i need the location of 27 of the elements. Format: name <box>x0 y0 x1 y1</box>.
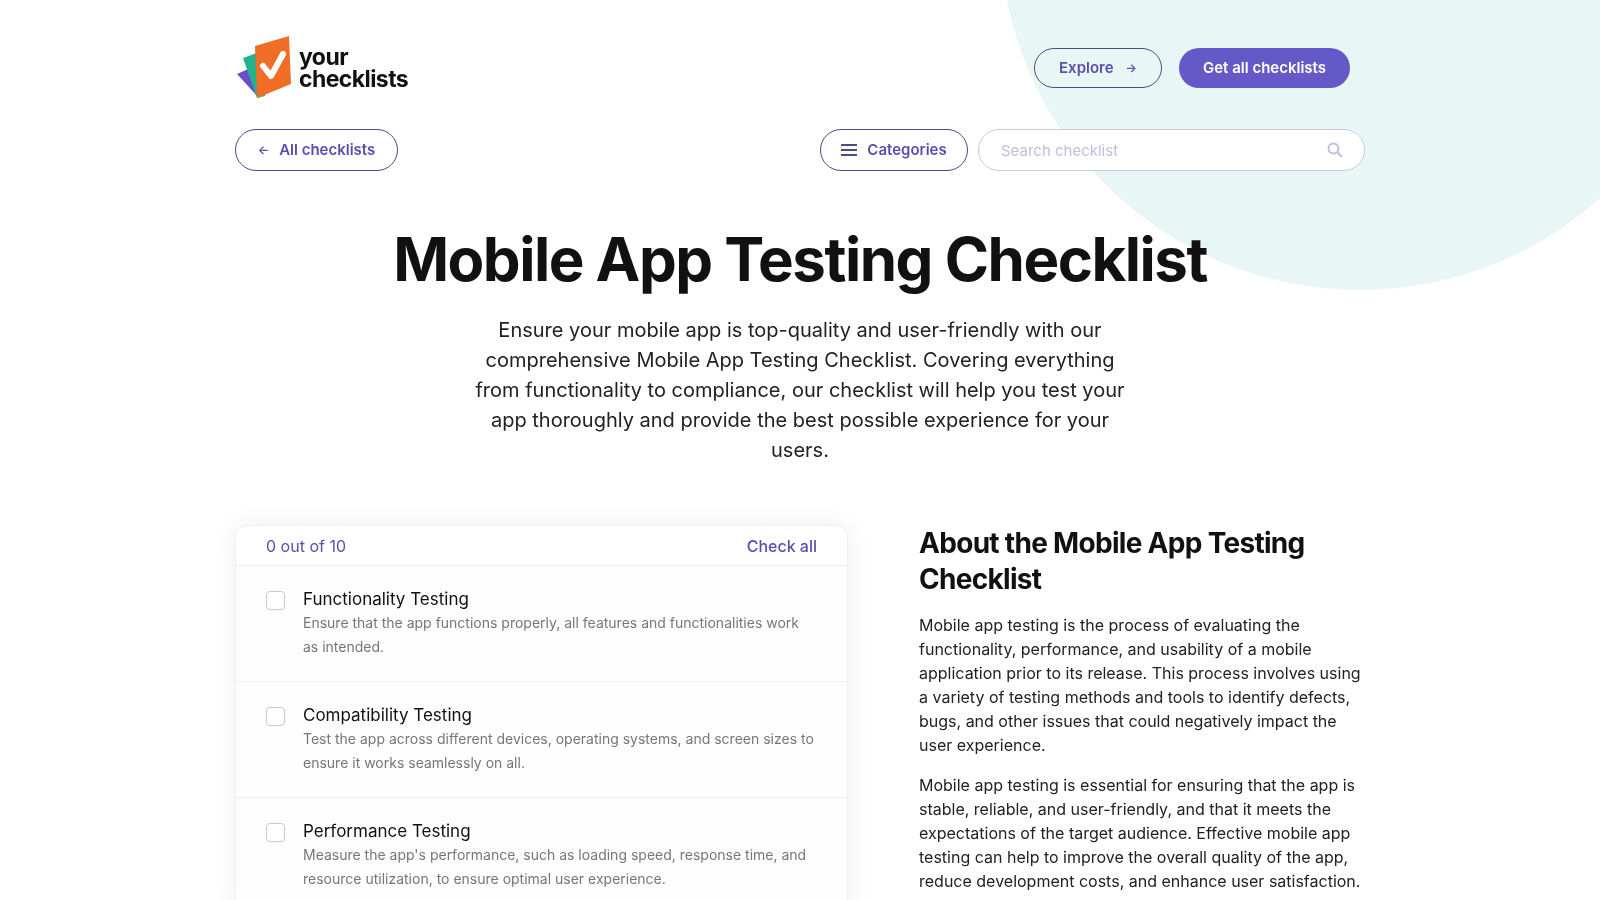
item-description: Test the app across different devices, operating systems, and screen sizes to ensure it works seamlessly on all. <box>303 729 815 773</box>
logo-text: checklists <box>299 68 409 90</box>
item-description: Measure the app's performance, such as loading speed, response time, and resource utilization, to ensure optimal user experience. <box>303 845 808 889</box>
get-all-checklists-button[interactable]: Get all checklists <box>1179 48 1350 88</box>
logo-icon <box>235 36 293 100</box>
about-paragraph: Mobile app testing is the process of evaluating the functionality, performance, and usability of a mobile application prior to its release. This process involves using a variety of testing methods and tools to identify defects, bugs, and other issues that could negatively impact the user experience. <box>919 614 1362 757</box>
search-field[interactable]: Search checklist <box>978 129 1365 171</box>
page-title: Mobile App Testing Checklist <box>393 223 1207 295</box>
progress-text: 0 out of 10 <box>266 534 346 558</box>
about-paragraph: Mobile app testing is essential for ensuring that the app is stable, reliable, and user-friendly, and that it meets the expectations of the target audience. Effective mobile app testing can help to improve the overall quality of the app, reduce development costs, and enhance user satisfaction. <box>919 774 1362 893</box>
item-title: Performance Testing <box>303 820 472 842</box>
checkbox[interactable] <box>266 823 285 842</box>
item-title: Compatibility Testing <box>303 704 473 726</box>
logo-text: your <box>299 46 349 68</box>
checkbox[interactable] <box>266 707 285 726</box>
item-description: Ensure that the app functions properly, all features and functionalities work as intended. <box>303 613 800 657</box>
intro-paragraph: Ensure your mobile app is top-quality and user-friendly with our comprehensive Mobile App Testing Checklist. Covering everything from functionality to compliance, our checklist will help you test your app thoroughly and provide the best possible experience for your users. <box>474 317 1126 464</box>
categories-button[interactable]: Categories <box>820 129 968 171</box>
checkbox[interactable] <box>266 591 285 610</box>
check-all-link[interactable]: Check all <box>746 533 817 558</box>
menu-icon <box>841 144 858 156</box>
about-heading: About the Mobile App Testing Checklist <box>919 525 1306 597</box>
search-icon <box>1327 142 1343 158</box>
all-checklists-button[interactable]: ← All checklists <box>235 129 398 171</box>
arrow-icon: ← <box>257 141 270 159</box>
arrow-icon: → <box>1125 59 1137 77</box>
item-title: Functionality Testing <box>303 588 470 610</box>
